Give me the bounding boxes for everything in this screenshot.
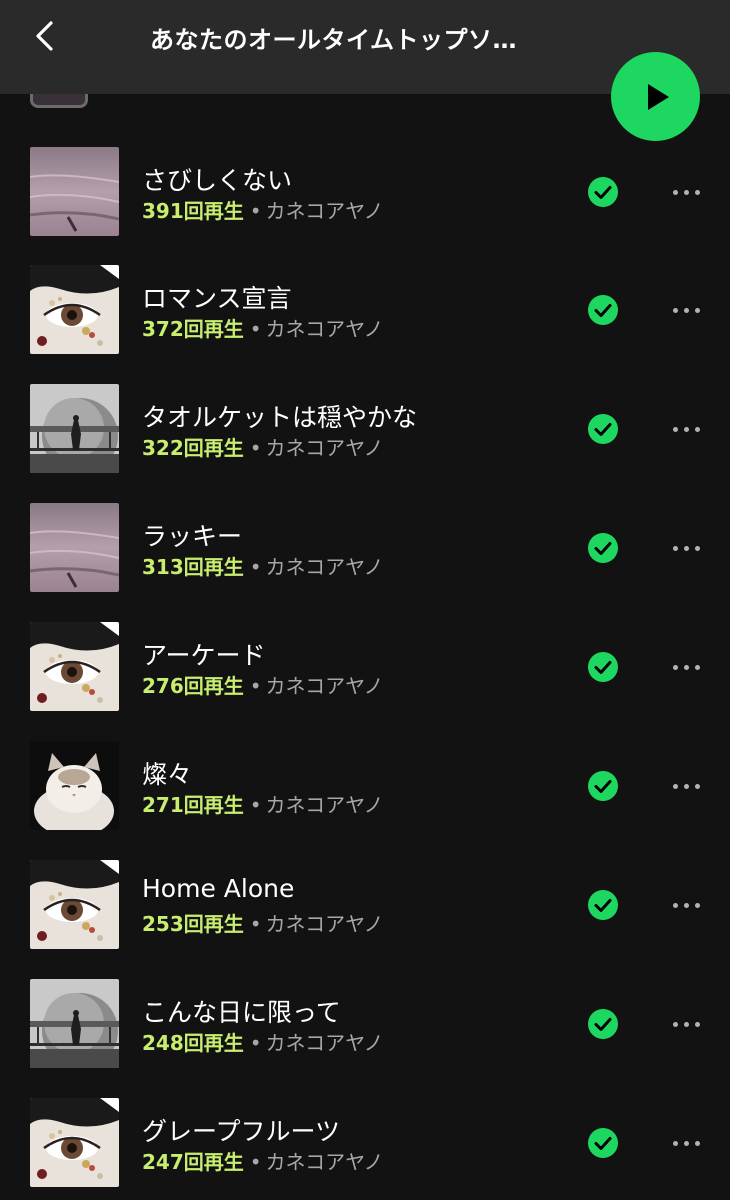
separator-dot: • bbox=[249, 1031, 262, 1055]
play-count: 271回再生 bbox=[142, 793, 244, 817]
separator-dot: • bbox=[249, 912, 262, 936]
play-count: 322回再生 bbox=[142, 436, 244, 460]
album-art bbox=[30, 503, 119, 592]
separator-dot: • bbox=[249, 793, 262, 817]
downloaded-check-icon[interactable] bbox=[588, 652, 618, 682]
track-row[interactable]: さびしくない 391回再生 • カネコアヤノ bbox=[0, 147, 730, 265]
play-count: 247回再生 bbox=[142, 1150, 244, 1174]
play-count: 391回再生 bbox=[142, 199, 244, 223]
downloaded-check-icon[interactable] bbox=[588, 414, 618, 444]
track-list: さびしくない 391回再生 • カネコアヤノ ロマンス宣言 372回再生 • カネコアヤ… bbox=[0, 0, 730, 1200]
track-row[interactable]: グレープフルーツ 247回再生 • カネコアヤノ bbox=[0, 1098, 730, 1200]
play-count: 313回再生 bbox=[142, 555, 244, 579]
track-title: 燦々 bbox=[142, 760, 193, 789]
separator-dot: • bbox=[249, 317, 262, 341]
downloaded-check-icon[interactable] bbox=[588, 771, 618, 801]
album-art bbox=[30, 979, 119, 1068]
album-art bbox=[30, 147, 119, 236]
track-subtitle: 248回再生 • カネコアヤノ bbox=[142, 1027, 384, 1056]
track-title: ラッキー bbox=[142, 522, 243, 551]
artist-name: カネコアヤノ bbox=[265, 1150, 384, 1174]
separator-dot: • bbox=[249, 199, 262, 223]
more-options-icon[interactable] bbox=[666, 177, 706, 207]
more-options-icon[interactable] bbox=[666, 771, 706, 801]
album-art bbox=[30, 622, 119, 711]
track-title: アーケード bbox=[142, 641, 266, 670]
track-row[interactable]: ロマンス宣言 372回再生 • カネコアヤノ bbox=[0, 265, 730, 383]
more-options-icon[interactable] bbox=[666, 533, 706, 563]
track-subtitle: 322回再生 • カネコアヤノ bbox=[142, 432, 384, 461]
more-options-icon[interactable] bbox=[666, 652, 706, 682]
downloaded-check-icon[interactable] bbox=[588, 533, 618, 563]
track-title: グレープフルーツ bbox=[142, 1117, 341, 1146]
more-options-icon[interactable] bbox=[666, 1009, 706, 1039]
separator-dot: • bbox=[249, 1150, 262, 1174]
artist-name: カネコアヤノ bbox=[265, 912, 384, 936]
play-count: 253回再生 bbox=[142, 912, 244, 936]
track-subtitle: 391回再生 • カネコアヤノ bbox=[142, 195, 384, 224]
artist-name: カネコアヤノ bbox=[265, 674, 384, 698]
track-subtitle: 271回再生 • カネコアヤノ bbox=[142, 789, 384, 818]
downloaded-check-icon[interactable] bbox=[588, 1009, 618, 1039]
track-row[interactable]: タオルケットは穏やかな 322回再生 • カネコアヤノ bbox=[0, 384, 730, 502]
album-art bbox=[30, 860, 119, 949]
track-subtitle: 247回再生 • カネコアヤノ bbox=[142, 1146, 384, 1175]
artist-name: カネコアヤノ bbox=[265, 555, 384, 579]
track-title: タオルケットは穏やかな bbox=[142, 403, 418, 432]
artist-name: カネコアヤノ bbox=[265, 317, 384, 341]
album-art bbox=[30, 741, 119, 830]
album-art bbox=[30, 265, 119, 354]
track-row[interactable]: 燦々 271回再生 • カネコアヤノ bbox=[0, 741, 730, 859]
track-subtitle: 253回再生 • カネコアヤノ bbox=[142, 908, 384, 937]
track-row[interactable]: ラッキー 313回再生 • カネコアヤノ bbox=[0, 503, 730, 621]
play-count: 276回再生 bbox=[142, 674, 244, 698]
play-count: 248回再生 bbox=[142, 1031, 244, 1055]
track-subtitle: 276回再生 • カネコアヤノ bbox=[142, 670, 384, 699]
track-title: ロマンス宣言 bbox=[142, 284, 292, 313]
artist-name: カネコアヤノ bbox=[265, 436, 384, 460]
artist-name: カネコアヤノ bbox=[265, 793, 384, 817]
downloaded-check-icon[interactable] bbox=[588, 890, 618, 920]
separator-dot: • bbox=[249, 674, 262, 698]
more-options-icon[interactable] bbox=[666, 1128, 706, 1158]
track-row[interactable]: アーケード 276回再生 • カネコアヤノ bbox=[0, 622, 730, 740]
artist-name: カネコアヤノ bbox=[265, 199, 384, 223]
separator-dot: • bbox=[249, 436, 262, 460]
playlist-screen: さびしくない 391回再生 • カネコアヤノ ロマンス宣言 372回再生 • カネコアヤ… bbox=[0, 0, 730, 1200]
play-count: 372回再生 bbox=[142, 317, 244, 341]
track-subtitle: 372回再生 • カネコアヤノ bbox=[142, 313, 384, 342]
chevron-left-icon bbox=[36, 21, 53, 51]
page-title: あなたのオールタイムトップソ… bbox=[150, 26, 518, 54]
track-row[interactable]: こんな日に限って 248回再生 • カネコアヤノ bbox=[0, 979, 730, 1097]
more-options-icon[interactable] bbox=[666, 295, 706, 325]
album-art bbox=[30, 384, 119, 473]
downloaded-check-icon[interactable] bbox=[588, 295, 618, 325]
back-button[interactable] bbox=[22, 14, 66, 58]
album-art bbox=[30, 1098, 119, 1187]
more-options-icon[interactable] bbox=[666, 890, 706, 920]
track-title: こんな日に限って bbox=[142, 998, 341, 1027]
play-button[interactable] bbox=[611, 52, 700, 141]
track-subtitle: 313回再生 • カネコアヤノ bbox=[142, 551, 384, 580]
more-options-icon[interactable] bbox=[666, 414, 706, 444]
track-title: Home Alone bbox=[142, 874, 295, 903]
track-title: さびしくない bbox=[142, 166, 293, 195]
artist-name: カネコアヤノ bbox=[265, 1031, 384, 1055]
downloaded-check-icon[interactable] bbox=[588, 177, 618, 207]
play-icon bbox=[647, 83, 669, 110]
track-row[interactable]: Home Alone 253回再生 • カネコアヤノ bbox=[0, 860, 730, 978]
downloaded-check-icon[interactable] bbox=[588, 1128, 618, 1158]
separator-dot: • bbox=[249, 555, 262, 579]
